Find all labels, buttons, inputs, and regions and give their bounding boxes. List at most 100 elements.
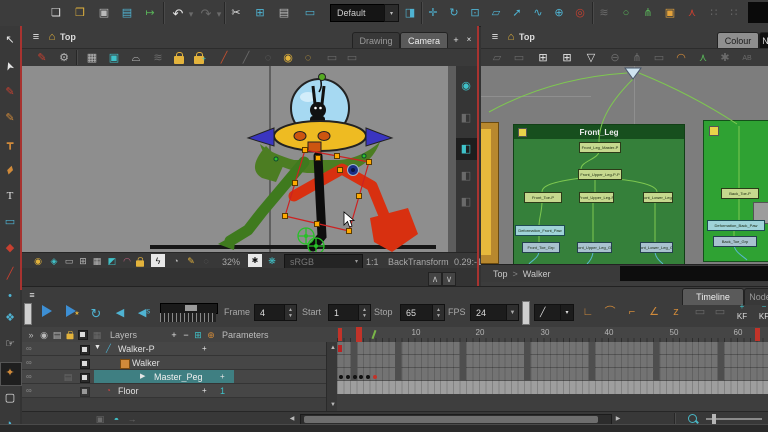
antenna-icon[interactable]: ◠ xyxy=(673,50,689,66)
bulb2-icon[interactable]: ◌ xyxy=(300,50,316,66)
display-node-icon[interactable]: ▽ xyxy=(583,50,599,66)
fps-select[interactable]: 24▼ xyxy=(470,304,519,321)
status-bulb-icon[interactable]: ◉ xyxy=(32,255,44,267)
viewport-scrollbar-v[interactable] xyxy=(448,66,456,252)
copy-icon[interactable]: ⊞ xyxy=(252,5,268,21)
row-toggle-icon[interactable]: ∞ xyxy=(26,358,32,367)
grid-b-icon[interactable]: ∷ xyxy=(726,5,742,21)
breadcrumb-current[interactable]: Walker xyxy=(523,269,551,279)
status-cells-icon[interactable]: ▦ xyxy=(91,255,103,267)
stop-spin-arrows[interactable]: ▲▼ xyxy=(432,305,444,320)
row-check-icon[interactable] xyxy=(80,373,90,383)
node-front-leg-master[interactable]: Front_Leg_Master-P xyxy=(579,142,621,153)
remove-layer-icon[interactable]: − xyxy=(180,329,192,341)
sound-scrub-button[interactable]: ◀ˢ xyxy=(136,305,152,321)
add-view-icon[interactable]: + xyxy=(450,34,462,46)
status-overlay-icon[interactable]: ◩ xyxy=(106,255,118,267)
expand-params-icon[interactable]: + xyxy=(220,372,225,381)
rig-icon[interactable]: ≋ xyxy=(596,5,612,21)
pencil-tool-icon[interactable]: ✎ xyxy=(2,110,18,126)
node-graph[interactable]: Front_Leg xyxy=(481,66,768,264)
eye-icon[interactable]: ◉ xyxy=(458,78,474,94)
onion-skin-icon[interactable]: ≋ xyxy=(150,50,166,66)
group-front-leg-badge[interactable] xyxy=(518,128,527,137)
paste-mode-b-icon[interactable]: ▭ xyxy=(712,304,728,320)
branch-icon[interactable]: ⋔ xyxy=(629,50,645,66)
line-tool-icon[interactable]: ╱ xyxy=(2,266,18,282)
undo-icon[interactable]: ↶ xyxy=(170,5,186,21)
hand-tool-icon[interactable]: ☞ xyxy=(2,336,18,352)
jog-shuttle[interactable] xyxy=(160,313,216,322)
status-brush-icon[interactable]: ✎ xyxy=(185,255,197,267)
add-drawing-layer-icon[interactable]: ⊕ xyxy=(205,329,217,341)
breadcrumb-root[interactable]: Top xyxy=(493,269,508,279)
group-node-icon[interactable]: ▣ xyxy=(662,5,678,21)
kf-dot-3[interactable] xyxy=(353,375,357,379)
light-table-icon[interactable]: ◌ xyxy=(260,50,276,66)
node-menu-icon[interactable]: ≡ xyxy=(487,29,503,45)
workspace-caret[interactable]: ▾ xyxy=(384,4,399,22)
status-pin-icon[interactable]: ◈ xyxy=(48,255,60,267)
transform-tool-icon[interactable]: ➤ xyxy=(0,56,20,77)
node-front-upper-leg-grp[interactable]: Front_Upper_Leg_Grp xyxy=(577,242,612,253)
layer-name[interactable]: Walker-P xyxy=(118,344,155,354)
layers-stack-icon[interactable]: ▤ xyxy=(51,329,63,341)
flipbook-icon[interactable]: ▭ xyxy=(302,5,318,21)
status-ghost-icon[interactable]: ◌ xyxy=(200,255,212,267)
kf-dot-2[interactable] xyxy=(346,375,350,379)
frame-grid[interactable] xyxy=(337,342,768,394)
tab-node[interactable]: Node xyxy=(759,32,768,49)
render-view-icon[interactable]: ◨ xyxy=(402,5,418,21)
stop-spinner[interactable]: 65▲▼ xyxy=(400,304,445,321)
camera-mask-icon[interactable]: ⌓ xyxy=(128,50,144,66)
stamp-tool-icon[interactable]: ┳ xyxy=(2,136,18,152)
add-node-icon[interactable]: ⊞ xyxy=(535,50,551,66)
ease-in-icon[interactable]: ⌒ xyxy=(602,304,618,320)
tree-icon[interactable]: ⋏ xyxy=(695,50,711,66)
node-in-icon[interactable]: ▱ xyxy=(489,50,505,66)
paste-icon[interactable]: ▤ xyxy=(276,5,292,21)
pose-tool-icon[interactable]: ◎ xyxy=(572,5,588,21)
cut-icon[interactable]: ✂ xyxy=(228,5,244,21)
ab-icon[interactable]: AB xyxy=(739,50,755,66)
node-back-toe-p[interactable]: Back_Toe-P xyxy=(721,188,759,199)
star-icon[interactable]: ✱ xyxy=(717,50,733,66)
toolbar-grip-2[interactable] xyxy=(522,301,530,325)
export-icon[interactable]: ↦ xyxy=(142,5,158,21)
row-toggle-icon[interactable]: ∞ xyxy=(26,344,32,353)
tab-drawing[interactable]: Drawing xyxy=(352,32,400,49)
show-all-icon[interactable]: » xyxy=(25,329,37,341)
status-gear-box-icon[interactable]: ✱ xyxy=(248,254,262,267)
layer-view-4-icon[interactable]: ◧ xyxy=(458,194,474,210)
eraser-tool-icon[interactable]: ▰ xyxy=(0,159,21,182)
kf-dot-4[interactable] xyxy=(359,375,363,379)
add-peg-icon[interactable]: ⊞ xyxy=(559,50,575,66)
close-view-icon[interactable]: × xyxy=(463,34,475,46)
node-front-upper-leg-p[interactable]: Front_Upper_Leg-P xyxy=(579,192,614,203)
tab-colour[interactable]: Colour xyxy=(717,32,759,49)
solo-mode-icon[interactable]: ◉ xyxy=(38,329,50,341)
node-deform-front-paw[interactable]: Deformation_Front_Paw xyxy=(515,225,565,236)
new-scene-icon[interactable]: ❏ xyxy=(48,5,64,21)
connect-node-icon[interactable]: ○ xyxy=(618,5,634,21)
group-front-leg-header[interactable]: Front_Leg xyxy=(514,125,684,139)
camera-viewport[interactable] xyxy=(22,66,477,252)
ease-out-icon[interactable]: ⌐ xyxy=(624,304,640,320)
node-out-icon[interactable]: ▭ xyxy=(511,50,527,66)
kf-dot-1[interactable] xyxy=(339,375,343,379)
backdrop-icon[interactable]: ▭ xyxy=(651,50,667,66)
select-tool-icon[interactable]: ↖ xyxy=(2,32,18,48)
range-end-marker[interactable] xyxy=(755,328,760,341)
expand-params-icon[interactable]: + xyxy=(202,344,207,353)
playhead-marker[interactable] xyxy=(356,327,362,342)
workspace-select[interactable]: Default xyxy=(330,4,390,22)
branch-node-icon[interactable]: ⋔ xyxy=(640,5,656,21)
node-front-lower-leg-grp[interactable]: Front_Lower_Leg_Grp xyxy=(640,242,673,253)
frame-spin-arrows[interactable]: ▲▼ xyxy=(284,305,296,320)
layer-name[interactable]: Floor xyxy=(118,386,139,396)
toolbar-grip[interactable] xyxy=(24,303,32,325)
grid-icon[interactable]: ▦ xyxy=(84,50,100,66)
text-tool-icon[interactable]: T xyxy=(2,188,18,204)
spline-tool-icon[interactable]: ∿ xyxy=(530,5,546,21)
status-rect-icon[interactable]: ▭ xyxy=(63,255,75,267)
